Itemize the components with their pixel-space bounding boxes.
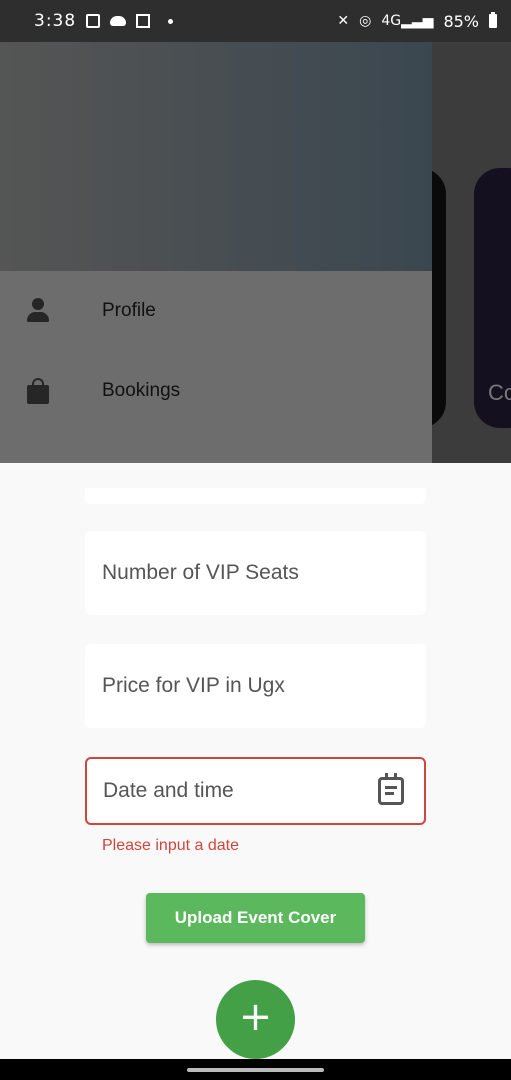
system-navigation-bar — [0, 1059, 511, 1080]
drawer-item-profile[interactable]: Profile — [0, 271, 432, 351]
battery-icon — [489, 12, 497, 28]
calendar-icon[interactable] — [378, 773, 404, 805]
create-event-sheet: Number of VIP Seats Price for VIP in Ugx… — [0, 463, 511, 1059]
network-type: 4G — [381, 13, 402, 29]
drawer-item-bookings[interactable]: Bookings — [0, 351, 432, 431]
date-error-message: Please input a date — [102, 837, 239, 854]
status-bar: 3:38 ✕ ◎ 4G▂▃▅ 85% — [0, 0, 511, 42]
drawer-header — [0, 42, 432, 271]
date-time-placeholder: Date and time — [103, 779, 234, 802]
home-indicator[interactable] — [187, 1067, 324, 1072]
mute-icon: ✕ — [337, 13, 350, 29]
previous-field[interactable] — [85, 488, 426, 504]
signal-icon: 4G▂▃▅ — [381, 13, 434, 29]
status-time: 3:38 — [34, 11, 77, 31]
background-card-text: Co — [488, 380, 511, 405]
plus-icon: + — [238, 994, 273, 1040]
drawer-item-label: Bookings — [102, 380, 181, 401]
add-event-fab[interactable]: + — [216, 980, 295, 1059]
cloud-upload-icon — [110, 16, 127, 26]
navigation-drawer: Profile Bookings — [0, 42, 432, 463]
vip-seats-field[interactable]: Number of VIP Seats — [85, 531, 426, 615]
app-notification-icon — [136, 14, 151, 28]
vip-price-placeholder: Price for VIP in Ugx — [102, 674, 285, 697]
drawer-item-label: Profile — [102, 300, 156, 321]
vip-price-field[interactable]: Price for VIP in Ugx — [85, 644, 426, 728]
upload-event-cover-button[interactable]: Upload Event Cover — [146, 893, 365, 943]
person-icon — [25, 298, 51, 324]
date-time-field[interactable]: Date and time — [85, 757, 426, 825]
gallery-notification-icon — [86, 14, 101, 28]
shopping-bag-icon — [26, 378, 50, 404]
battery-percent: 85% — [443, 11, 479, 31]
hotspot-icon: ◎ — [359, 13, 372, 29]
vip-seats-placeholder: Number of VIP Seats — [102, 561, 299, 584]
more-notifications-dot-icon — [168, 18, 174, 24]
